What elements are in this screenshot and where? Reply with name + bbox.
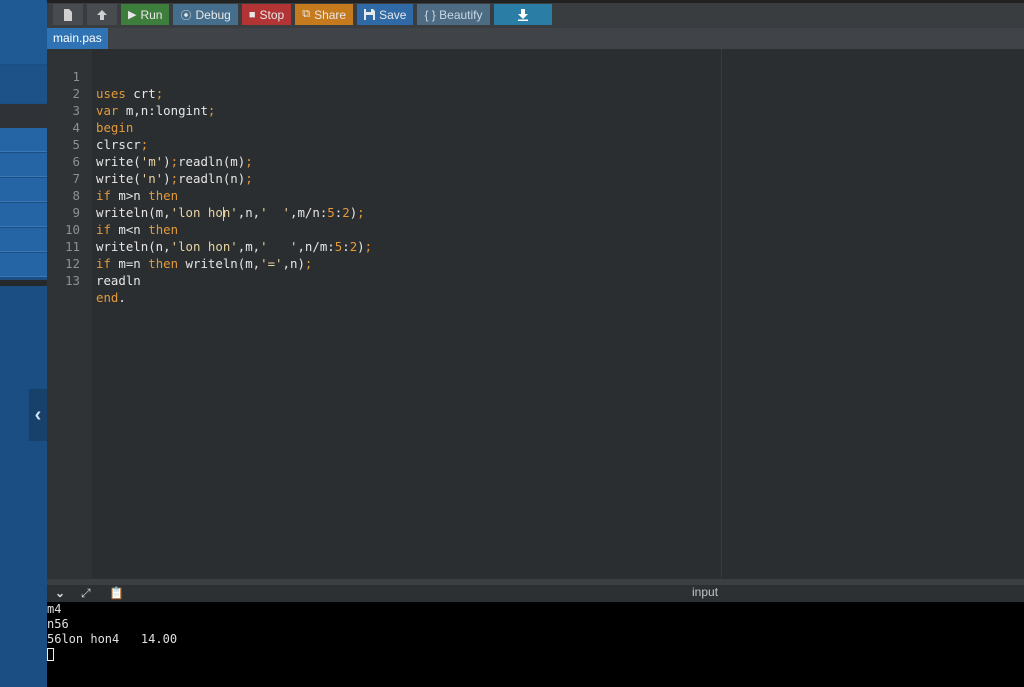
debug-button[interactable]: ⦿ Debug (173, 4, 238, 25)
share-icon: ⧉ (302, 8, 311, 20)
code-line: 1 uses crt; (47, 51, 947, 101)
code-line: 7 if m>n then (47, 153, 947, 203)
code-text: readln (96, 273, 141, 288)
console-header: ⌄ ⤢ 📋 input (47, 585, 1024, 602)
code-line: 3 begin (47, 85, 947, 135)
code-line: 8 writeln(m,'lon hon',n,' ',m/n:5:2); (47, 170, 947, 221)
sidebar-divider (0, 280, 47, 286)
sidebar-item[interactable] (0, 203, 47, 227)
sidebar-block (0, 104, 47, 128)
sidebar-item[interactable] (0, 128, 47, 152)
sidebar-item[interactable] (0, 253, 47, 277)
new-file-button[interactable] (53, 4, 83, 25)
upload-button[interactable] (87, 4, 117, 25)
tab-main-pas[interactable]: main.pas (47, 28, 108, 49)
line-number: 13 (65, 273, 80, 288)
code-editor[interactable]: 1 uses crt; 2 var m,n:longint; 3 begin 4… (47, 49, 1024, 579)
chevron-left-icon: ‹ (34, 404, 42, 426)
clipboard-icon[interactable]: 📋 (109, 585, 124, 602)
sidebar-item[interactable] (0, 228, 47, 252)
input-label: input (692, 585, 719, 599)
file-tab-bar: main.pas (47, 28, 1024, 49)
upload-icon (97, 9, 107, 20)
download-button[interactable] (493, 4, 552, 25)
floppy-disk-icon (364, 9, 376, 20)
code-line: 9 if m<n then (47, 187, 947, 237)
chevron-down-icon[interactable]: ⌄ (55, 585, 65, 602)
stop-icon: ■ (248, 8, 256, 21)
console-line: 56lon hon4 14.00 (47, 632, 178, 646)
code-line: 11 if m=n then writeln(m,'=',n); (47, 221, 947, 271)
code-line: 13 end. (47, 255, 947, 305)
stop-button[interactable]: ■ Stop (241, 4, 292, 25)
terminal-cursor (47, 648, 54, 661)
beautify-button[interactable]: { } Beautify (417, 4, 490, 25)
sidebar-item[interactable] (0, 178, 47, 202)
run-button-label: Run (140, 7, 163, 22)
sidebar-block (0, 0, 47, 64)
share-button-label: Share (314, 7, 347, 22)
file-icon (64, 8, 72, 21)
expand-icon[interactable]: ⤢ (81, 585, 91, 602)
left-sidebar: ‹ (0, 0, 47, 687)
beautify-button-label: { } Beautify (424, 7, 483, 22)
download-icon (517, 8, 528, 21)
code-text: end. (96, 290, 126, 305)
code-line: 4 clrscr; (47, 102, 947, 152)
share-button[interactable]: ⧉ Share (295, 4, 354, 25)
sidebar-block (0, 66, 47, 102)
console-line: m4 (47, 602, 62, 616)
toolbar: ▶ Run ⦿ Debug ■ Stop ⧉ Share Save { } Be… (53, 4, 552, 25)
save-button-label: Save (379, 7, 407, 22)
stop-button-label: Stop (259, 7, 285, 22)
sidebar-item[interactable] (0, 153, 47, 177)
code-line: 12 readln (47, 238, 947, 288)
console-output[interactable]: m4 n56 56lon hon4 14.00 (47, 602, 1024, 687)
code-line: 5 write('m');readln(m); (47, 119, 947, 169)
debug-button-label: Debug (195, 7, 231, 22)
collapse-sidebar-button[interactable]: ‹ (29, 389, 47, 441)
debug-icon: ⦿ (180, 9, 192, 22)
code-line: 6 write('n');readln(n); (47, 136, 947, 186)
run-button[interactable]: ▶ Run (121, 4, 170, 25)
console-line: n56 (47, 617, 69, 631)
code-line: 10 writeln(n,'lon hon',m,' ',n/m:5:2); (47, 204, 947, 254)
code-line: 2 var m,n:longint; (47, 68, 947, 118)
play-icon: ▶ (128, 9, 137, 21)
save-button[interactable]: Save (357, 4, 414, 25)
